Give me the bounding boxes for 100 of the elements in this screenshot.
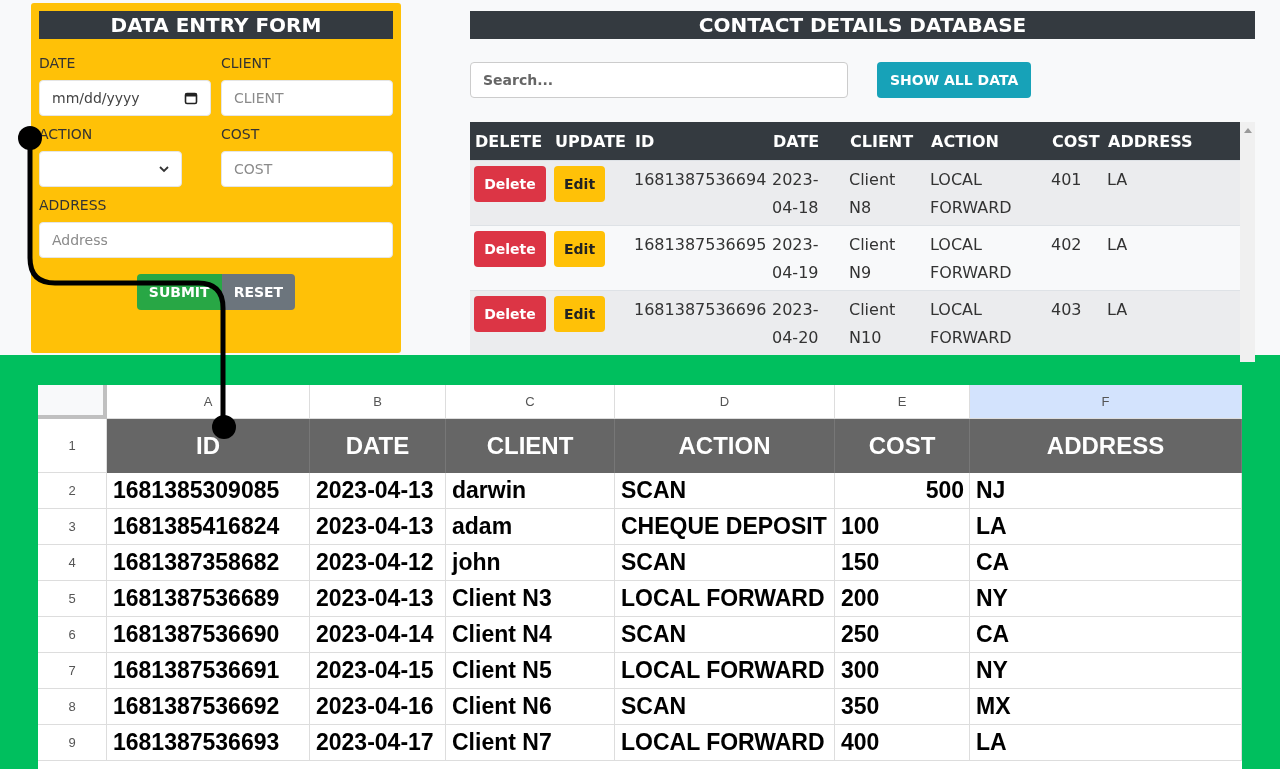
sheet-cell: NY — [970, 653, 1242, 689]
delete-button[interactable]: Delete — [474, 231, 546, 267]
column-header: ADDRESS — [1107, 131, 1194, 151]
table-cell: LA — [1107, 300, 1128, 319]
row-number[interactable]: 8 — [38, 689, 107, 725]
sheet-cell: 2023-04-13 — [310, 509, 446, 545]
sheet-cell: 2023-04-12 — [310, 545, 446, 581]
sheet-cell: 350 — [835, 689, 970, 725]
edit-button[interactable]: Edit — [554, 296, 606, 332]
column-letter[interactable]: E — [835, 385, 970, 419]
sheet-cell: 200 — [835, 581, 970, 617]
table-cell: LOCAL FORWARD — [930, 235, 1012, 282]
sheet-cell: 500 — [835, 473, 970, 509]
column-letter[interactable]: B — [310, 385, 446, 419]
table-cell: 1681387536694 — [634, 170, 767, 189]
field-label: COST — [221, 125, 261, 144]
sheet-cell: LA — [970, 509, 1242, 545]
sheet-cell: Client N5 — [446, 653, 615, 689]
table-cell: LOCAL FORWARD — [930, 300, 1012, 347]
input-field[interactable]: Address — [39, 222, 393, 258]
sheet-cell: 1681387536690 — [107, 617, 310, 653]
table-cell: 401 — [1051, 170, 1082, 189]
sheet-cell: 300 — [835, 653, 970, 689]
sheet-cell: LOCAL FORWARD — [615, 725, 835, 761]
table-cell: LOCAL FORWARD — [930, 170, 1012, 217]
chevron-down-icon — [159, 165, 169, 173]
table-cell: 1681387536696 — [634, 300, 767, 319]
sheet-cell: NJ — [970, 473, 1242, 509]
sheet-cell: LOCAL FORWARD — [615, 581, 835, 617]
sheet-cell: Client N6 — [446, 689, 615, 725]
date-field[interactable]: mm/dd/yyyy — [39, 80, 211, 116]
field-label: ADDRESS — [39, 196, 108, 215]
sheet-cell: SCAN — [615, 473, 835, 509]
database-title: CONTACT DETAILS DATABASE — [470, 11, 1255, 39]
input-field[interactable]: CLIENT — [221, 80, 393, 116]
sheet-cell: SCAN — [615, 617, 835, 653]
scroll-up-icon — [1243, 128, 1252, 133]
sheet-cell: CA — [970, 617, 1242, 653]
row-number[interactable]: 7 — [38, 653, 107, 689]
scrollbar[interactable] — [1240, 122, 1255, 362]
table-cell: LA — [1107, 235, 1128, 254]
sheet-cell: 100 — [835, 509, 970, 545]
reset-button[interactable]: RESET — [221, 274, 296, 310]
sheet-cell: 1681387358682 — [107, 545, 310, 581]
sheet-cell: 1681387536692 — [107, 689, 310, 725]
sheet-cell: Client N3 — [446, 581, 615, 617]
delete-button[interactable]: Delete — [474, 166, 546, 202]
header-cell: COST — [835, 419, 970, 473]
header-cell: ADDRESS — [970, 419, 1242, 473]
table-cell: 402 — [1051, 235, 1082, 254]
sheet-cell: NY — [970, 581, 1242, 617]
column-header: ACTION — [930, 131, 1000, 151]
sheet-cell: 2023-04-16 — [310, 689, 446, 725]
endpoint-dot — [18, 126, 42, 150]
edit-button[interactable]: Edit — [554, 166, 606, 202]
search-field[interactable]: Search... — [470, 62, 848, 98]
table-cell: Client N10 — [849, 300, 896, 347]
sheet-cell: 1681387536689 — [107, 581, 310, 617]
input-field[interactable]: COST — [221, 151, 393, 187]
field-label: DATE — [39, 54, 77, 73]
column-letter[interactable]: C — [446, 385, 615, 419]
sheet-cell: 250 — [835, 617, 970, 653]
row-number[interactable]: 4 — [38, 545, 107, 581]
row-number[interactable]: 5 — [38, 581, 107, 617]
header-cell: ID — [107, 419, 310, 473]
column-header: ID — [634, 131, 656, 151]
table-cell: LA — [1107, 170, 1128, 189]
sheet-cell: SCAN — [615, 689, 835, 725]
sheet-cell: 2023-04-15 — [310, 653, 446, 689]
sheet-cell: 150 — [835, 545, 970, 581]
sheet-cell: CA — [970, 545, 1242, 581]
sheet-cell: LA — [970, 725, 1242, 761]
column-header: UPDATE — [554, 131, 627, 151]
sheet-cell: 2023-04-14 — [310, 617, 446, 653]
table-cell: 2023-04-19 — [772, 235, 819, 282]
sheet-cell: Client N4 — [446, 617, 615, 653]
table-cell: Client N9 — [849, 235, 896, 282]
header-cell: DATE — [310, 419, 446, 473]
row-number[interactable]: 3 — [38, 509, 107, 545]
field-label: ACTION — [39, 125, 94, 144]
column-letter[interactable]: D — [615, 385, 835, 419]
sheet-cell: 2023-04-13 — [310, 581, 446, 617]
delete-button[interactable]: Delete — [474, 296, 546, 332]
row-number[interactable]: 9 — [38, 725, 107, 761]
column-letter[interactable]: F — [970, 385, 1242, 419]
row-number[interactable]: 2 — [38, 473, 107, 509]
column-header: CLIENT — [849, 131, 915, 151]
header-cell: ACTION — [615, 419, 835, 473]
table-cell: 403 — [1051, 300, 1082, 319]
sheet-cell: 2023-04-13 — [310, 473, 446, 509]
action-dropdown[interactable] — [39, 151, 182, 187]
column-letter[interactable]: A — [107, 385, 310, 419]
table-cell: Client N8 — [849, 170, 896, 217]
column-header: COST — [1051, 131, 1101, 151]
row-number[interactable]: 6 — [38, 617, 107, 653]
sheet-cell: MX — [970, 689, 1242, 725]
table-cell: 1681387536695 — [634, 235, 767, 254]
edit-button[interactable]: Edit — [554, 231, 606, 267]
sheet-corner[interactable] — [38, 385, 107, 419]
sheet-cell: 1681387536693 — [107, 725, 310, 761]
